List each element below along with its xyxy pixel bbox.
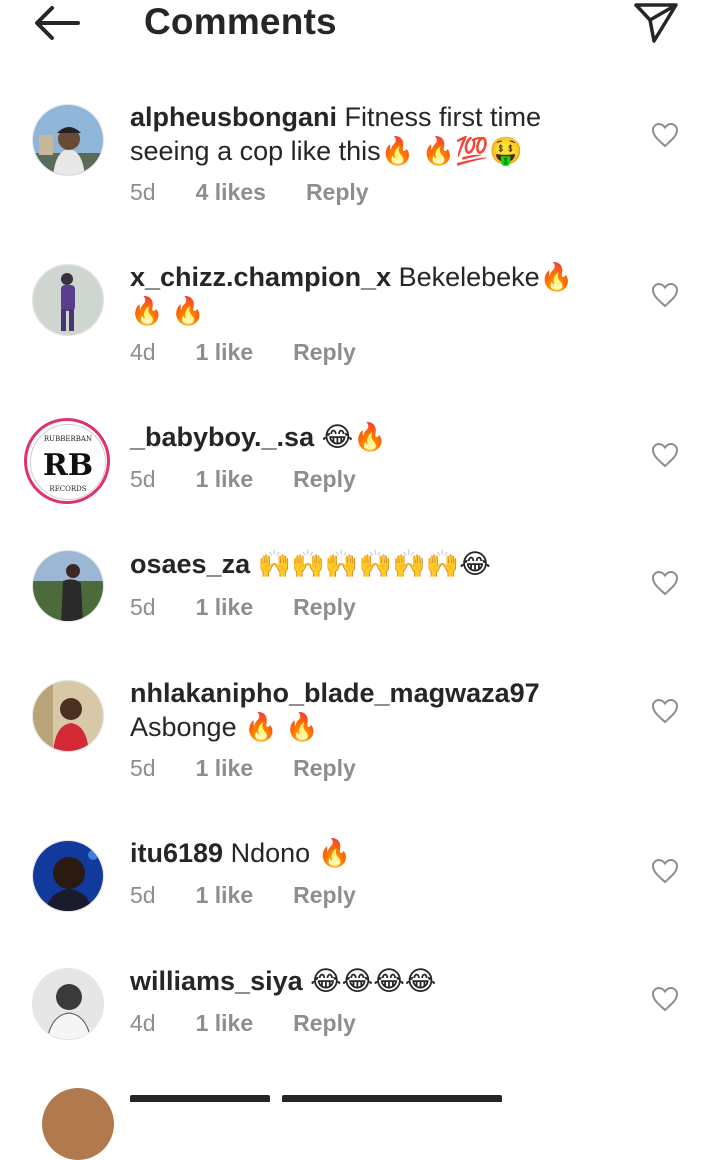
avatar[interactable] <box>32 968 104 1040</box>
heart-icon[interactable] <box>651 698 679 724</box>
arrow-left-icon <box>35 6 80 40</box>
logo-monogram: RB <box>43 448 93 483</box>
logo-bottom-text: RECORDS <box>49 485 86 493</box>
comment-time: 5d <box>130 466 156 492</box>
comment-likes[interactable]: 1 like <box>196 882 254 909</box>
comment-username[interactable]: x_chizz.champion_x <box>130 262 391 292</box>
avatar[interactable] <box>32 840 104 912</box>
heart-icon[interactable] <box>651 858 679 884</box>
reply-button[interactable]: Reply <box>293 755 356 782</box>
comment-username[interactable]: osaes_za <box>130 549 250 579</box>
comment-time: 4d <box>130 339 156 365</box>
logo-top-text: RUBBERBAN <box>44 435 92 443</box>
avatar[interactable] <box>42 1088 114 1160</box>
reply-button[interactable]: Reply <box>293 882 356 909</box>
reply-button[interactable]: Reply <box>293 1010 356 1037</box>
heart-icon[interactable] <box>651 570 679 596</box>
comment-time: 4d <box>130 1010 156 1036</box>
avatar[interactable]: RUBBERBAN RB RECORDS <box>24 418 110 504</box>
comment-likes[interactable]: 1 like <box>196 594 254 621</box>
comment-text: 😂😂😂😂 <box>302 966 437 996</box>
page-title: Comments <box>144 1 337 42</box>
header-bar: Comments <box>0 0 720 60</box>
paper-plane-icon <box>634 3 678 43</box>
comment-likes[interactable]: 4 likes <box>196 179 266 206</box>
avatar[interactable] <box>32 104 104 176</box>
comment-item-partial <box>130 1090 530 1102</box>
reply-button[interactable]: Reply <box>293 466 356 493</box>
comment-username[interactable]: itu6189 <box>130 838 223 868</box>
reply-button[interactable]: Reply <box>293 339 356 366</box>
heart-icon[interactable] <box>651 122 679 148</box>
comment-text: 🙌🙌🙌🙌🙌🙌😂 <box>250 549 491 579</box>
comment-likes[interactable]: 1 like <box>196 339 254 366</box>
heart-icon[interactable] <box>651 282 679 308</box>
avatar[interactable] <box>32 264 104 336</box>
comment-time: 5d <box>130 755 156 781</box>
reply-button[interactable]: Reply <box>306 179 369 206</box>
heart-icon[interactable] <box>651 986 679 1012</box>
comment-time: 5d <box>130 594 156 620</box>
reply-button[interactable]: Reply <box>293 594 356 621</box>
comment-username[interactable]: williams_siya <box>130 966 303 996</box>
avatar[interactable] <box>32 550 104 622</box>
comment-time: 5d <box>130 179 156 205</box>
comment-text: Asbonge 🔥 🔥 <box>130 712 319 742</box>
comment-username[interactable]: nhlakanipho_blade_magwaza97 <box>130 678 540 708</box>
comment-username[interactable]: alpheusbongani <box>130 102 337 132</box>
comment-likes[interactable]: 1 like <box>196 466 254 493</box>
comment-likes[interactable]: 1 like <box>196 1010 254 1037</box>
avatar[interactable] <box>32 680 104 752</box>
share-button[interactable] <box>632 0 680 46</box>
heart-icon[interactable] <box>651 442 679 468</box>
comment-likes[interactable]: 1 like <box>196 755 254 782</box>
comment-username[interactable]: _babyboy._.sa <box>130 422 314 452</box>
comment-text: 😂🔥 <box>314 422 387 452</box>
back-button[interactable] <box>30 3 82 43</box>
comment-time: 5d <box>130 882 156 908</box>
comment-text: Ndono 🔥 <box>223 838 352 868</box>
